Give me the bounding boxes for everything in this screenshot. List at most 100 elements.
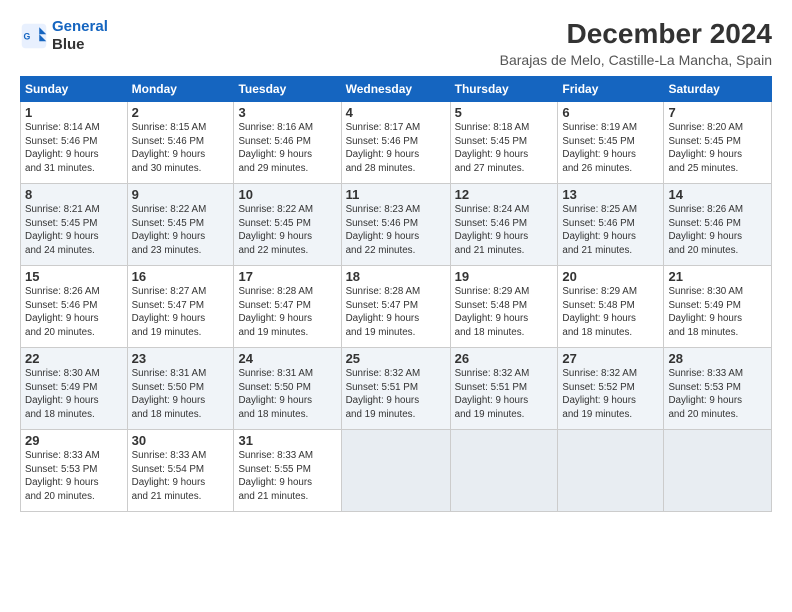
- svg-text:G: G: [24, 32, 31, 42]
- day-info: Sunrise: 8:28 AM Sunset: 5:47 PM Dayligh…: [238, 285, 336, 340]
- calendar-day-cell: [450, 430, 558, 512]
- day-info: Sunrise: 8:18 AM Sunset: 5:45 PM Dayligh…: [455, 121, 554, 176]
- day-number: 26: [455, 351, 554, 366]
- logo: G General Blue: [20, 18, 108, 54]
- day-number: 22: [25, 351, 123, 366]
- calendar-day-cell: 23Sunrise: 8:31 AM Sunset: 5:50 PM Dayli…: [127, 348, 234, 430]
- day-info: Sunrise: 8:33 AM Sunset: 5:55 PM Dayligh…: [238, 449, 336, 504]
- day-number: 15: [25, 269, 123, 284]
- calendar-day-cell: 16Sunrise: 8:27 AM Sunset: 5:47 PM Dayli…: [127, 266, 234, 348]
- day-info: Sunrise: 8:22 AM Sunset: 5:45 PM Dayligh…: [238, 203, 336, 258]
- day-number: 3: [238, 105, 336, 120]
- calendar-day-cell: [558, 430, 664, 512]
- title-block: December 2024 Barajas de Melo, Castille-…: [500, 18, 772, 68]
- calendar-day-cell: 28Sunrise: 8:33 AM Sunset: 5:53 PM Dayli…: [664, 348, 772, 430]
- day-info: Sunrise: 8:28 AM Sunset: 5:47 PM Dayligh…: [346, 285, 446, 340]
- day-number: 11: [346, 187, 446, 202]
- calendar-week-row: 15Sunrise: 8:26 AM Sunset: 5:46 PM Dayli…: [21, 266, 772, 348]
- day-number: 30: [132, 433, 230, 448]
- calendar-day-cell: 2Sunrise: 8:15 AM Sunset: 5:46 PM Daylig…: [127, 102, 234, 184]
- day-info: Sunrise: 8:14 AM Sunset: 5:46 PM Dayligh…: [25, 121, 123, 176]
- calendar-day-cell: 22Sunrise: 8:30 AM Sunset: 5:49 PM Dayli…: [21, 348, 128, 430]
- day-number: 5: [455, 105, 554, 120]
- day-info: Sunrise: 8:24 AM Sunset: 5:46 PM Dayligh…: [455, 203, 554, 258]
- day-of-week-header: Thursday: [450, 77, 558, 102]
- day-info: Sunrise: 8:17 AM Sunset: 5:46 PM Dayligh…: [346, 121, 446, 176]
- calendar-day-cell: 5Sunrise: 8:18 AM Sunset: 5:45 PM Daylig…: [450, 102, 558, 184]
- calendar-day-cell: 29Sunrise: 8:33 AM Sunset: 5:53 PM Dayli…: [21, 430, 128, 512]
- day-of-week-header: Monday: [127, 77, 234, 102]
- calendar-day-cell: 26Sunrise: 8:32 AM Sunset: 5:51 PM Dayli…: [450, 348, 558, 430]
- day-info: Sunrise: 8:33 AM Sunset: 5:54 PM Dayligh…: [132, 449, 230, 504]
- day-info: Sunrise: 8:22 AM Sunset: 5:45 PM Dayligh…: [132, 203, 230, 258]
- day-info: Sunrise: 8:31 AM Sunset: 5:50 PM Dayligh…: [132, 367, 230, 422]
- day-number: 12: [455, 187, 554, 202]
- main-title: December 2024: [500, 18, 772, 50]
- day-number: 4: [346, 105, 446, 120]
- calendar-day-cell: 20Sunrise: 8:29 AM Sunset: 5:48 PM Dayli…: [558, 266, 664, 348]
- day-number: 21: [668, 269, 767, 284]
- day-info: Sunrise: 8:32 AM Sunset: 5:51 PM Dayligh…: [346, 367, 446, 422]
- day-number: 23: [132, 351, 230, 366]
- day-number: 17: [238, 269, 336, 284]
- day-number: 1: [25, 105, 123, 120]
- day-number: 16: [132, 269, 230, 284]
- day-number: 2: [132, 105, 230, 120]
- logo-text: General Blue: [52, 18, 108, 54]
- day-info: Sunrise: 8:33 AM Sunset: 5:53 PM Dayligh…: [668, 367, 767, 422]
- day-info: Sunrise: 8:26 AM Sunset: 5:46 PM Dayligh…: [25, 285, 123, 340]
- calendar-day-cell: 18Sunrise: 8:28 AM Sunset: 5:47 PM Dayli…: [341, 266, 450, 348]
- calendar: SundayMondayTuesdayWednesdayThursdayFrid…: [20, 76, 772, 512]
- day-info: Sunrise: 8:19 AM Sunset: 5:45 PM Dayligh…: [562, 121, 659, 176]
- day-number: 24: [238, 351, 336, 366]
- calendar-day-cell: 13Sunrise: 8:25 AM Sunset: 5:46 PM Dayli…: [558, 184, 664, 266]
- day-number: 31: [238, 433, 336, 448]
- calendar-week-row: 1Sunrise: 8:14 AM Sunset: 5:46 PM Daylig…: [21, 102, 772, 184]
- day-number: 25: [346, 351, 446, 366]
- calendar-day-cell: 8Sunrise: 8:21 AM Sunset: 5:45 PM Daylig…: [21, 184, 128, 266]
- day-of-week-header: Tuesday: [234, 77, 341, 102]
- day-number: 6: [562, 105, 659, 120]
- day-number: 8: [25, 187, 123, 202]
- day-number: 13: [562, 187, 659, 202]
- day-number: 9: [132, 187, 230, 202]
- calendar-day-cell: 25Sunrise: 8:32 AM Sunset: 5:51 PM Dayli…: [341, 348, 450, 430]
- calendar-day-cell: 9Sunrise: 8:22 AM Sunset: 5:45 PM Daylig…: [127, 184, 234, 266]
- day-info: Sunrise: 8:32 AM Sunset: 5:51 PM Dayligh…: [455, 367, 554, 422]
- day-of-week-header: Wednesday: [341, 77, 450, 102]
- calendar-day-cell: 14Sunrise: 8:26 AM Sunset: 5:46 PM Dayli…: [664, 184, 772, 266]
- day-of-week-header: Saturday: [664, 77, 772, 102]
- header: G General Blue December 2024 Barajas de …: [20, 18, 772, 68]
- calendar-day-cell: 6Sunrise: 8:19 AM Sunset: 5:45 PM Daylig…: [558, 102, 664, 184]
- day-info: Sunrise: 8:31 AM Sunset: 5:50 PM Dayligh…: [238, 367, 336, 422]
- day-number: 18: [346, 269, 446, 284]
- day-info: Sunrise: 8:30 AM Sunset: 5:49 PM Dayligh…: [668, 285, 767, 340]
- day-info: Sunrise: 8:33 AM Sunset: 5:53 PM Dayligh…: [25, 449, 123, 504]
- calendar-day-cell: [664, 430, 772, 512]
- day-info: Sunrise: 8:29 AM Sunset: 5:48 PM Dayligh…: [562, 285, 659, 340]
- day-number: 20: [562, 269, 659, 284]
- calendar-day-cell: 30Sunrise: 8:33 AM Sunset: 5:54 PM Dayli…: [127, 430, 234, 512]
- calendar-day-cell: 15Sunrise: 8:26 AM Sunset: 5:46 PM Dayli…: [21, 266, 128, 348]
- day-info: Sunrise: 8:15 AM Sunset: 5:46 PM Dayligh…: [132, 121, 230, 176]
- day-info: Sunrise: 8:25 AM Sunset: 5:46 PM Dayligh…: [562, 203, 659, 258]
- day-number: 14: [668, 187, 767, 202]
- day-number: 19: [455, 269, 554, 284]
- day-info: Sunrise: 8:29 AM Sunset: 5:48 PM Dayligh…: [455, 285, 554, 340]
- calendar-day-cell: 3Sunrise: 8:16 AM Sunset: 5:46 PM Daylig…: [234, 102, 341, 184]
- calendar-day-cell: 1Sunrise: 8:14 AM Sunset: 5:46 PM Daylig…: [21, 102, 128, 184]
- calendar-day-cell: 10Sunrise: 8:22 AM Sunset: 5:45 PM Dayli…: [234, 184, 341, 266]
- calendar-day-cell: 24Sunrise: 8:31 AM Sunset: 5:50 PM Dayli…: [234, 348, 341, 430]
- calendar-day-cell: [341, 430, 450, 512]
- day-info: Sunrise: 8:32 AM Sunset: 5:52 PM Dayligh…: [562, 367, 659, 422]
- day-info: Sunrise: 8:27 AM Sunset: 5:47 PM Dayligh…: [132, 285, 230, 340]
- day-number: 28: [668, 351, 767, 366]
- calendar-day-cell: 21Sunrise: 8:30 AM Sunset: 5:49 PM Dayli…: [664, 266, 772, 348]
- calendar-day-cell: 7Sunrise: 8:20 AM Sunset: 5:45 PM Daylig…: [664, 102, 772, 184]
- calendar-day-cell: 11Sunrise: 8:23 AM Sunset: 5:46 PM Dayli…: [341, 184, 450, 266]
- calendar-day-cell: 17Sunrise: 8:28 AM Sunset: 5:47 PM Dayli…: [234, 266, 341, 348]
- day-info: Sunrise: 8:26 AM Sunset: 5:46 PM Dayligh…: [668, 203, 767, 258]
- day-number: 10: [238, 187, 336, 202]
- day-number: 27: [562, 351, 659, 366]
- logo-icon: G: [20, 22, 48, 50]
